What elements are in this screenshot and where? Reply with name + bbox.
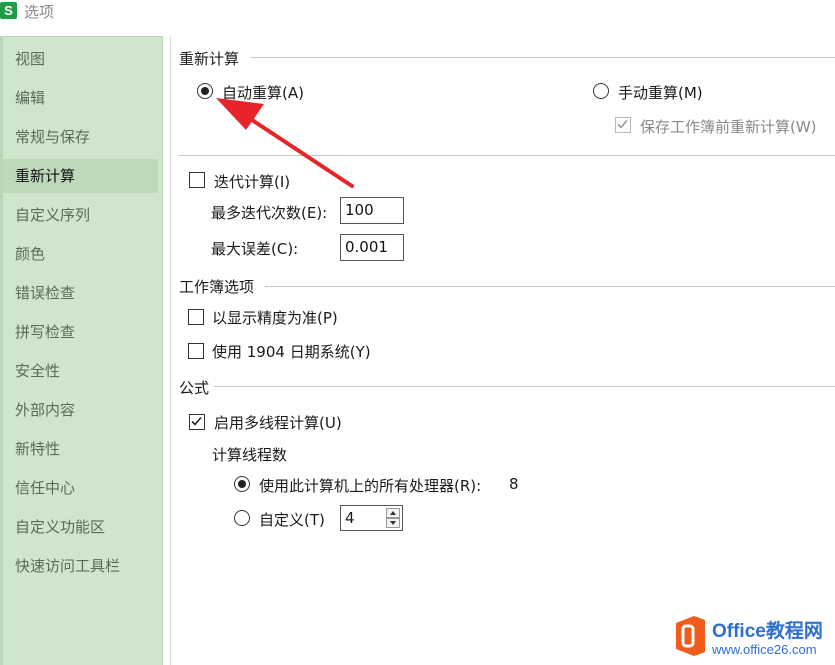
watermark-brand: Office教程网 (712, 621, 823, 642)
watermark-url: www.office26.com (712, 642, 817, 657)
office-logo-icon (676, 616, 705, 656)
watermark: Office教程网 www.office26.com (672, 612, 832, 662)
annotation-arrow-icon (216, 98, 354, 188)
